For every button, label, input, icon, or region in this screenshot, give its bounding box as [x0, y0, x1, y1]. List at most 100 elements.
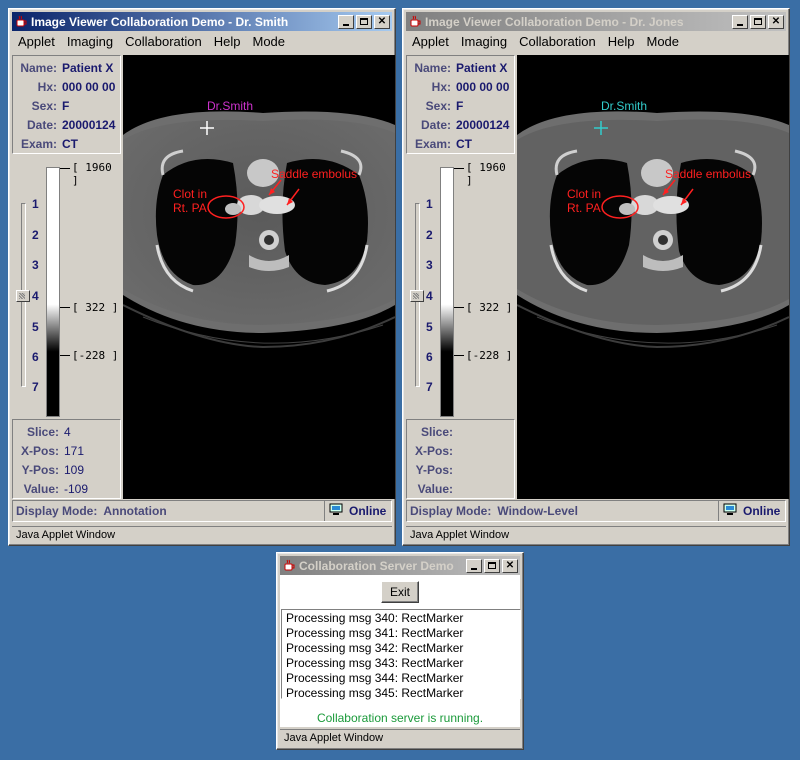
- menu-applet[interactable]: Applet: [12, 34, 61, 49]
- exam-label: Exam:: [414, 136, 451, 151]
- patient-sex-row: Sex: F: [407, 96, 514, 115]
- display-mode-label: Display Mode:: [16, 504, 98, 518]
- cursor-user-label: Dr.Smith: [207, 99, 254, 113]
- menu-collaboration[interactable]: Collaboration: [119, 34, 208, 49]
- patient-info-panel: Name: Patient X Hx: 000 00 00 Sex: F Date: 2…: [12, 55, 121, 154]
- name-label: Name:: [20, 60, 57, 75]
- patient-hx: 000 00 00: [62, 79, 116, 94]
- ypos-label: Y-Pos:: [415, 462, 453, 477]
- ypos-value: 109: [64, 462, 85, 477]
- maximize-icon: [360, 18, 368, 25]
- log-line: Processing msg 341: RectMarker: [286, 626, 464, 640]
- ct-image-canvas[interactable]: Dr.Smith Saddle embolus Clot in Rt. PA: [123, 55, 395, 499]
- menu-applet[interactable]: Applet: [406, 34, 455, 49]
- applet-warning-bar: Java Applet Window: [12, 526, 392, 543]
- wl-tick-mid: [454, 307, 464, 308]
- patient-hx-row: Hx: 000 00 00: [13, 77, 120, 96]
- slice-tick-2: 2: [426, 228, 433, 242]
- minimize-icon: [737, 23, 743, 26]
- minimize-button[interactable]: [466, 558, 482, 573]
- menu-imaging[interactable]: Imaging: [61, 34, 119, 49]
- title-bar[interactable]: Image Viewer Collaboration Demo - Dr. Jo…: [406, 12, 786, 31]
- slice-row: Slice: 4: [13, 422, 120, 441]
- close-button[interactable]: ✕: [374, 14, 390, 29]
- wl-tick-mid: [60, 307, 70, 308]
- slice-tick-4: 4: [426, 289, 433, 303]
- maximize-button[interactable]: [750, 14, 766, 29]
- patient-date-row: Date: 20000124: [13, 115, 120, 134]
- value-label: Value:: [23, 481, 59, 496]
- menu-bar: Applet Imaging Collaboration Help Mode: [406, 31, 786, 51]
- message-log-list[interactable]: Processing msg 340: RectMarker Processin…: [281, 609, 521, 700]
- network-computer-icon: [329, 503, 343, 520]
- exit-button[interactable]: Exit: [381, 581, 419, 603]
- patient-hx: 000 00 00: [456, 79, 510, 94]
- online-status: Online: [349, 504, 387, 518]
- window-level-bar[interactable]: [440, 167, 454, 417]
- window-level-bar[interactable]: [46, 167, 60, 417]
- display-mode-label: Display Mode:: [410, 504, 492, 518]
- close-icon: ✕: [771, 15, 781, 27]
- menu-imaging[interactable]: Imaging: [455, 34, 513, 49]
- log-line: Processing msg 340: RectMarker: [286, 611, 464, 625]
- close-icon: ✕: [377, 15, 387, 27]
- maximize-icon: [488, 562, 496, 569]
- title-bar[interactable]: Collaboration Server Demo ✕: [280, 556, 520, 575]
- title-bar[interactable]: Image Viewer Collaboration Demo - Dr. Sm…: [12, 12, 392, 31]
- annotation-clot-line1: Clot in: [567, 187, 602, 201]
- slice-tick-3: 3: [426, 258, 433, 272]
- viewer-window-dr-jones: Image Viewer Collaboration Demo - Dr. Jo…: [402, 8, 790, 546]
- wl-max-label: [ 1960 ]: [72, 161, 112, 187]
- slice-tick-7: 7: [32, 380, 39, 394]
- close-button[interactable]: ✕: [502, 558, 518, 573]
- minimize-button[interactable]: [732, 14, 748, 29]
- ct-image-canvas[interactable]: Dr.Smith Saddle embolus Clot in Rt. PA: [517, 55, 789, 499]
- slice-tick-1: 1: [426, 197, 433, 211]
- annotation-clot-line2: Rt. PA: [567, 201, 601, 215]
- log-line: Processing msg 344: RectMarker: [286, 671, 464, 685]
- display-mode-value: Annotation: [103, 504, 167, 518]
- sex-label: Sex:: [425, 98, 451, 113]
- maximize-icon: [754, 18, 762, 25]
- log-line: Processing msg 343: RectMarker: [286, 656, 464, 670]
- minimize-button[interactable]: [338, 14, 354, 29]
- sex-label: Sex:: [31, 98, 57, 113]
- pixel-value: -109: [64, 481, 89, 496]
- wl-level-label: [ 322 ]: [72, 301, 119, 314]
- ct-slice-image: [123, 111, 395, 349]
- annotation-clot-line1: Clot in: [173, 187, 208, 201]
- ypos-row: Y-Pos:: [407, 460, 514, 479]
- maximize-button[interactable]: [356, 14, 372, 29]
- window-title: Image Viewer Collaboration Demo - Dr. Sm…: [31, 14, 289, 29]
- menu-help[interactable]: Help: [208, 34, 247, 49]
- applet-warning-bar: Java Applet Window: [406, 526, 786, 543]
- slice-slider-thumb[interactable]: [16, 290, 30, 302]
- value-label: Value:: [417, 481, 453, 496]
- patient-date-row: Date: 20000124: [407, 115, 514, 134]
- xpos-row: X-Pos: 171: [13, 441, 120, 460]
- menu-mode[interactable]: Mode: [246, 34, 291, 49]
- patient-date: 20000124: [62, 117, 116, 132]
- xpos-row: X-Pos:: [407, 441, 514, 460]
- position-info-panel: Slice: 4 X-Pos: 171 Y-Pos: 109 Value: -109: [12, 419, 121, 499]
- menu-collaboration[interactable]: Collaboration: [513, 34, 602, 49]
- position-info-panel: Slice: X-Pos: Y-Pos: Value:: [406, 419, 515, 499]
- date-label: Date:: [26, 117, 57, 132]
- slice-label: Slice:: [26, 424, 59, 439]
- online-status: Online: [743, 504, 781, 518]
- maximize-button[interactable]: [484, 558, 500, 573]
- exam-label: Exam:: [20, 136, 57, 151]
- value-row: Value:: [407, 479, 514, 498]
- menu-help[interactable]: Help: [602, 34, 641, 49]
- slice-tick-6: 6: [32, 350, 39, 364]
- patient-name: Patient X: [456, 60, 508, 75]
- ypos-row: Y-Pos: 109: [13, 460, 120, 479]
- patient-sex: F: [62, 98, 70, 113]
- slice-window-panel: 1 2 3 4 5 6 7 [ 1960 ] [ 322 ] [-228 ]: [406, 157, 515, 417]
- menu-mode[interactable]: Mode: [640, 34, 685, 49]
- xpos-label: X-Pos:: [414, 443, 453, 458]
- slice-value: 4: [64, 424, 71, 439]
- close-button[interactable]: ✕: [768, 14, 784, 29]
- slice-slider-thumb[interactable]: [410, 290, 424, 302]
- patient-exam-row: Exam: CT: [407, 134, 514, 153]
